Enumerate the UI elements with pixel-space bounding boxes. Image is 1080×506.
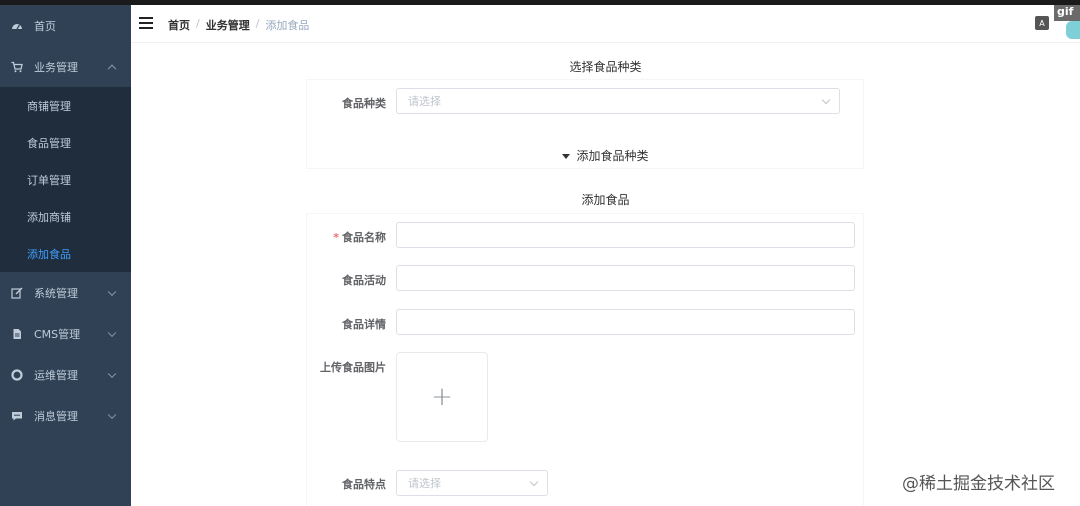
- dashboard-icon: [11, 20, 23, 32]
- sidebar-item-label: 业务管理: [34, 60, 78, 74]
- required-mark: *: [333, 231, 339, 244]
- chevron-up-icon: [107, 64, 117, 73]
- food-feature-label: 食品特点: [342, 478, 386, 491]
- sidebar-item-shop-manage[interactable]: 商铺管理: [0, 87, 131, 124]
- gif-badge: gif: [1054, 5, 1080, 21]
- breadcrumb-separator: /: [255, 17, 260, 30]
- sidebar-item-label: 消息管理: [34, 409, 78, 423]
- sidebar-item-cms[interactable]: CMS管理: [0, 313, 131, 354]
- language-icon[interactable]: A: [1035, 16, 1049, 30]
- sidebar-item-business[interactable]: 业务管理: [0, 46, 131, 87]
- chevron-down-icon: [107, 287, 117, 296]
- chevron-down-icon: [107, 328, 117, 337]
- food-feature-placeholder: 请选择: [408, 477, 441, 490]
- submenu-business: 商铺管理 食品管理 订单管理 添加商铺 添加食品: [0, 87, 131, 272]
- food-name-label: * 食品名称: [306, 229, 386, 245]
- sidebar-item-label: 运维管理: [34, 368, 78, 382]
- upload-image-label: 上传食品图片: [320, 361, 386, 374]
- cart-icon: [11, 61, 23, 73]
- sidebar-item-label: 首页: [34, 19, 56, 33]
- plus-icon: +: [431, 382, 453, 412]
- food-detail-input[interactable]: [396, 309, 855, 335]
- image-uploader[interactable]: +: [396, 352, 488, 442]
- sidebar-item-message[interactable]: 消息管理: [0, 395, 131, 436]
- food-activity-input[interactable]: [396, 265, 855, 291]
- hamburger-icon[interactable]: [139, 17, 153, 29]
- breadcrumb-home[interactable]: 首页: [168, 17, 190, 33]
- sidebar-item-label: CMS管理: [34, 327, 81, 341]
- sidebar-item-ops[interactable]: 运维管理: [0, 354, 131, 395]
- food-name-input[interactable]: [396, 222, 855, 248]
- category-select[interactable]: 请选择: [396, 88, 840, 114]
- watermark: @稀土掘金技术社区: [902, 474, 1055, 494]
- breadcrumb-current: 添加食品: [265, 19, 310, 32]
- food-form: * 食品名称 食品活动 食品详情 上传食品图片 + 食品特点 请选择: [306, 213, 864, 506]
- breadcrumb-business[interactable]: 业务管理: [206, 17, 250, 33]
- main-content: 选择食品种类 食品种类 请选择 添加食品种类 添加食品 * 食品名称 食品活动 食…: [131, 43, 1080, 506]
- sidebar: 首页 业务管理 商铺管理 食品管理 订单管理 添加商铺 添加食品 系统管理 CM…: [0, 5, 131, 506]
- category-label: 食品种类: [342, 97, 386, 110]
- category-select-placeholder: 请选择: [408, 95, 441, 108]
- chevron-down-icon: [821, 95, 831, 105]
- chevron-down-icon: [529, 477, 539, 487]
- food-section-title: 添加食品: [581, 193, 630, 207]
- breadcrumb-separator: /: [196, 17, 200, 30]
- food-feature-select[interactable]: 请选择: [396, 470, 548, 496]
- breadcrumb: 首页 / 业务管理 / 添加食品: [168, 17, 309, 33]
- add-category-toggle[interactable]: 添加食品种类: [131, 147, 1080, 164]
- sidebar-item-add-food[interactable]: 添加食品: [0, 235, 131, 272]
- message-icon: [11, 410, 23, 422]
- document-icon: [11, 328, 23, 340]
- sidebar-item-add-shop[interactable]: 添加商铺: [0, 198, 131, 235]
- navbar: 首页 / 业务管理 / 添加食品 A: [131, 5, 1080, 43]
- caret-down-icon: [562, 154, 571, 159]
- chevron-down-icon: [107, 410, 117, 419]
- food-name-label-text: 食品名称: [342, 231, 386, 244]
- floating-widget[interactable]: [1066, 21, 1080, 39]
- sidebar-item-home[interactable]: 首页: [0, 5, 131, 46]
- sidebar-item-label: 系统管理: [34, 286, 78, 300]
- sidebar-item-food-manage[interactable]: 食品管理: [0, 124, 131, 161]
- lifebuoy-icon: [11, 368, 23, 381]
- add-category-label: 添加食品种类: [576, 149, 649, 163]
- food-activity-label: 食品活动: [342, 274, 386, 287]
- category-section-title: 选择食品种类: [569, 60, 642, 74]
- sidebar-item-order-manage[interactable]: 订单管理: [0, 161, 131, 198]
- edit-icon: [11, 287, 23, 299]
- sidebar-item-system[interactable]: 系统管理: [0, 272, 131, 313]
- chevron-down-icon: [107, 369, 117, 378]
- food-detail-label: 食品详情: [342, 318, 386, 331]
